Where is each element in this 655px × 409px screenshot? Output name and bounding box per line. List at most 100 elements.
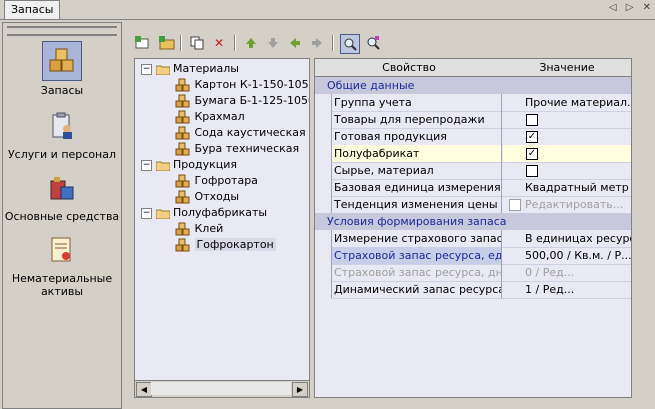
tree-label: Бура техническая [194, 142, 300, 155]
arrow-left-icon [290, 38, 300, 48]
collapse-toggle[interactable]: − [141, 63, 152, 75]
delete-button[interactable]: ✕ [210, 34, 228, 52]
add-item-button[interactable] [134, 34, 152, 52]
nav-item-zapasy[interactable]: Запасы [3, 41, 121, 97]
property-name: Группа учета [331, 94, 502, 111]
copy-button[interactable] [188, 34, 206, 52]
arrow-right-icon [312, 38, 322, 48]
column-header-value[interactable]: Значение [503, 59, 631, 77]
resource-tree: − Материалы Картон К-1-150-1050 Бумага Б… [134, 58, 310, 398]
property-name: Тенденция изменения цены (%) [331, 196, 502, 213]
boxes-icon [175, 174, 190, 188]
checkbox-finished-product[interactable]: ✓ [526, 131, 538, 143]
tree-node-semi[interactable]: − Полуфабрикаты [141, 205, 267, 221]
tree-node-products[interactable]: − Продукция [141, 157, 237, 173]
grid-row[interactable]: Измерение страхового запаса В единицах р… [331, 230, 631, 248]
grid-row[interactable]: Полуфабрикат ✓ [331, 145, 631, 163]
tree-label: Бумага Б-1-125-1050 [194, 94, 310, 107]
tree-label: Сода каустическая [194, 126, 306, 139]
property-value[interactable]: В единицах ресурса [503, 230, 631, 247]
tab-close-icon[interactable]: ✕ [643, 2, 651, 13]
nav-pane-header [7, 26, 117, 36]
find-next-button[interactable] [364, 34, 382, 52]
copy-icon [190, 36, 204, 50]
tree-node-s1[interactable]: Клей [175, 221, 223, 237]
tree-label: Картон К-1-150-1050 [194, 78, 310, 91]
tree-node-m4[interactable]: Сода каустическая [175, 125, 306, 141]
grid-row[interactable]: Сырье, материал [331, 162, 631, 180]
nav-item-fixed-assets[interactable]: Основные средства [3, 169, 121, 223]
boxes-icon [175, 78, 190, 92]
grid-row: Страховой запас ресурса, дн 0 / Ред... [331, 264, 631, 282]
property-value[interactable]: 500,00 / Кв.м. / Р... [503, 247, 631, 264]
checkbox-resale[interactable] [526, 114, 538, 126]
certificate-icon [43, 231, 81, 269]
boxes-icon [175, 110, 190, 124]
grid-row[interactable]: Динамический запас ресурса, дн 1 / Ред..… [331, 281, 631, 299]
tab-bar: Запасы ◁ ▷ ✕ [0, 0, 655, 20]
grid-row[interactable]: Группа учета Прочие материал... [331, 94, 631, 112]
tab-zapasy[interactable]: Запасы [4, 0, 61, 19]
nav-item-label: Услуги и персонал [7, 148, 117, 161]
section-general[interactable]: Общие данные [315, 77, 631, 94]
property-name: Сырье, материал [331, 162, 502, 179]
scroll-track[interactable] [151, 382, 291, 395]
move-left-button[interactable] [286, 34, 304, 52]
move-up-button[interactable] [242, 34, 260, 52]
property-value[interactable]: ✓ [503, 145, 631, 162]
tab-prev-icon[interactable]: ◁ [609, 2, 617, 13]
toolbar-separator [332, 35, 334, 51]
property-value[interactable]: Квадратный метр [503, 179, 631, 196]
tree-node-m3[interactable]: Крахмал [175, 109, 245, 125]
nav-pane: Запасы Услуги и персонал Основные средст… [2, 22, 122, 409]
tree-node-p2[interactable]: Отходы [175, 189, 239, 205]
move-right-button[interactable] [308, 34, 326, 52]
grid-row[interactable]: Готовая продукция ✓ [331, 128, 631, 146]
grid-row[interactable]: Тенденция изменения цены (%) Редактирова… [331, 196, 631, 214]
property-name: Страховой запас ресурса, ед [331, 247, 502, 264]
tab-label: Запасы [11, 3, 54, 16]
nav-item-intangible[interactable]: Нематериальные активы [3, 231, 121, 298]
tree-node-m2[interactable]: Бумага Б-1-125-1050 [175, 93, 310, 109]
property-value[interactable]: ✓ [503, 128, 631, 145]
boxes-icon [175, 126, 190, 140]
add-folder-button[interactable] [158, 34, 176, 52]
tree-label-selected: Гофрокартон [194, 238, 276, 251]
grid-row[interactable]: Страховой запас ресурса, ед 500,00 / Кв.… [331, 247, 631, 265]
arrow-up-icon [246, 38, 256, 48]
tree-node-materials[interactable]: − Материалы [141, 61, 239, 77]
section-stock-conditions[interactable]: Условия формирования запаса [315, 213, 631, 230]
checkbox-raw-material[interactable] [526, 165, 538, 177]
nav-item-services[interactable]: Услуги и персонал [3, 107, 121, 161]
boxes-icon [175, 142, 190, 156]
grid-row[interactable]: Товары для перепродажи [331, 111, 631, 129]
property-value[interactable] [503, 162, 631, 179]
property-value[interactable]: Прочие материал... [503, 94, 631, 111]
find-button[interactable] [340, 34, 360, 54]
collapse-toggle[interactable]: − [141, 159, 152, 171]
grid-row[interactable]: Базовая единица измерения Квадратный мет… [331, 179, 631, 197]
property-value[interactable]: 1 / Ред... [503, 281, 631, 298]
tree-horizontal-scrollbar[interactable]: ◀ ▶ [135, 380, 309, 397]
building-icon [43, 169, 81, 207]
property-value[interactable] [503, 111, 631, 128]
boxes-icon [175, 94, 190, 108]
collapse-toggle[interactable]: − [141, 207, 152, 219]
tree-label: Клей [194, 222, 224, 235]
boxes-icon [175, 238, 190, 252]
magnifier-icon [344, 38, 357, 51]
scroll-left-button[interactable]: ◀ [136, 382, 152, 397]
scroll-right-button[interactable]: ▶ [292, 382, 308, 397]
tree-node-p1[interactable]: Гофротара [175, 173, 258, 189]
checkbox-semifinished[interactable]: ✓ [526, 148, 538, 160]
folder-icon [155, 65, 170, 75]
move-down-button[interactable] [264, 34, 282, 52]
tree-node-m1[interactable]: Картон К-1-150-1050 [175, 77, 310, 93]
column-header-property[interactable]: Свойство [315, 59, 504, 77]
tab-next-icon[interactable]: ▷ [626, 2, 634, 13]
tree-node-s2[interactable]: Гофрокартон [175, 237, 276, 253]
tree-label: Полуфабрикаты [173, 206, 268, 219]
clipboard-person-icon [43, 107, 81, 145]
tree-node-m5[interactable]: Бура техническая [175, 141, 299, 157]
property-grid: Свойство Значение Общие данные Группа уч… [314, 58, 632, 398]
